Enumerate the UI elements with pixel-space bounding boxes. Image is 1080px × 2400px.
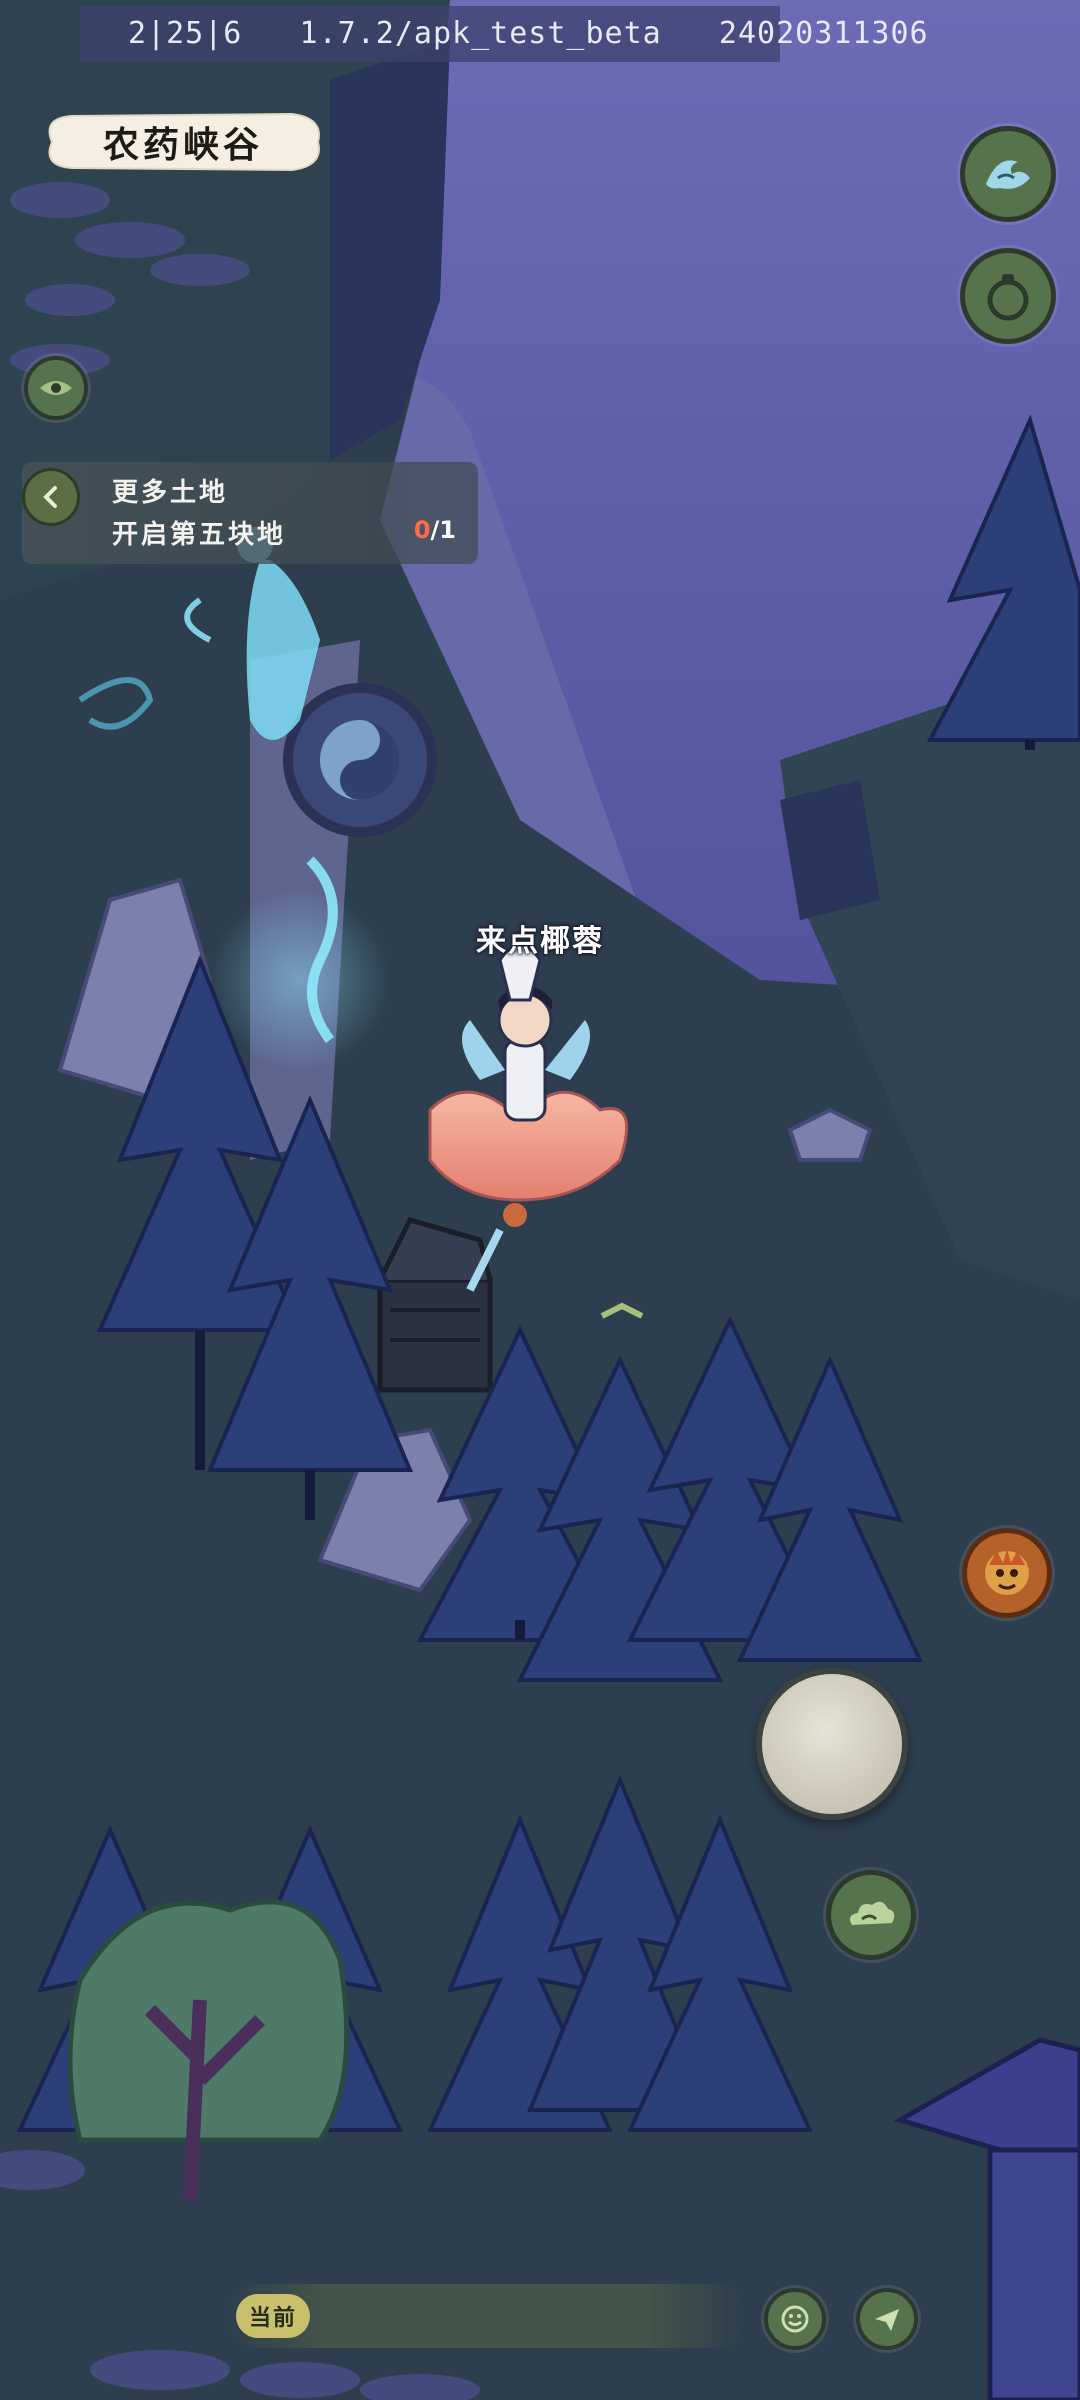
quest-description: 开启第五块地 bbox=[112, 520, 287, 550]
wave-icon bbox=[986, 160, 1030, 189]
back-arrow-icon bbox=[43, 486, 57, 508]
debug-build-info: 2|25|6 1.7.2/apk_test_beta 24020311306 bbox=[80, 6, 928, 62]
view-toggle-button[interactable] bbox=[24, 356, 88, 420]
send-icon bbox=[875, 2309, 899, 2331]
cloud-icon bbox=[850, 1901, 895, 1925]
emoji-button[interactable] bbox=[764, 2288, 826, 2350]
boss-portrait-icon bbox=[985, 1549, 1029, 1595]
location-name: 农药峡谷 bbox=[102, 124, 263, 166]
player-name: 来点椰蓉 bbox=[476, 924, 604, 959]
movement-joystick[interactable] bbox=[756, 1668, 908, 1820]
game-scene bbox=[0, 0, 1080, 2400]
quest-progress: 0/1 bbox=[414, 516, 456, 544]
quest-tracker[interactable]: 更多土地 开启第五块地 0/1 bbox=[22, 462, 478, 564]
boss-portrait-button[interactable] bbox=[962, 1528, 1052, 1618]
quest-progress-current: 0 bbox=[413, 516, 431, 544]
skill-wave-button[interactable] bbox=[960, 126, 1056, 222]
quest-title: 更多土地 bbox=[112, 478, 229, 508]
quest-progress-total: /1 bbox=[430, 516, 456, 544]
chat-channel-tag[interactable]: 当前 bbox=[236, 2294, 310, 2338]
treasure-chest bbox=[377, 1217, 493, 1393]
eye-icon bbox=[40, 381, 72, 395]
gourd-icon bbox=[987, 274, 1029, 321]
gourd-button[interactable] bbox=[960, 248, 1056, 344]
emoji-icon bbox=[781, 2305, 809, 2333]
quest-collapse-button[interactable] bbox=[22, 468, 80, 526]
cloud-skill-button[interactable] bbox=[826, 1870, 916, 1960]
send-button[interactable] bbox=[856, 2288, 918, 2350]
